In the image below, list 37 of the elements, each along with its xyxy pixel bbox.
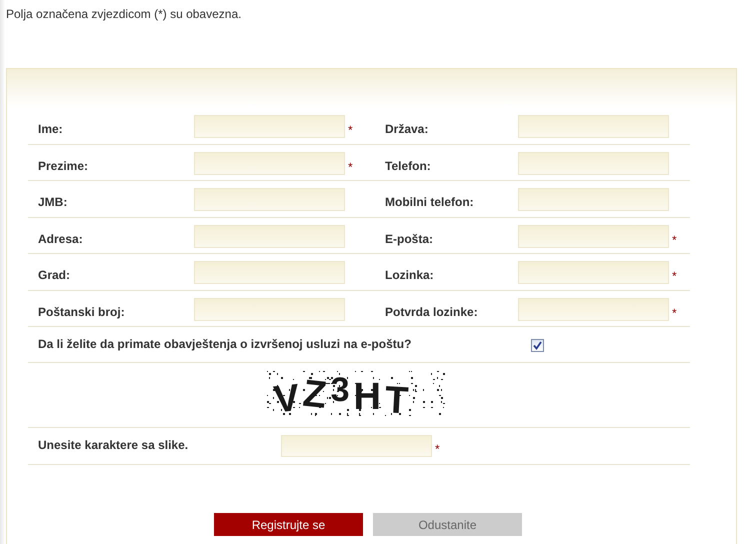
required-mark: * bbox=[672, 269, 677, 283]
text-input[interactable] bbox=[518, 224, 669, 248]
field-label: Prezime: bbox=[38, 158, 90, 174]
required-mark: * bbox=[672, 232, 677, 246]
field-label: Lozinka: bbox=[385, 267, 435, 284]
register-button[interactable]: Registrujte se bbox=[214, 513, 363, 536]
field-label: Potvrda lozinke: bbox=[385, 304, 479, 320]
text-input[interactable] bbox=[194, 115, 345, 138]
required-mark: * bbox=[434, 441, 440, 458]
field-label: Unesite karaktere sa slike. bbox=[38, 437, 190, 454]
required-fields-notice: Polja označena zvjezdicom (*) su obavezna. bbox=[6, 6, 242, 23]
field-label: Telefon: bbox=[385, 158, 432, 174]
field-label: Grad: bbox=[38, 267, 72, 284]
text-input[interactable] bbox=[194, 298, 345, 320]
field-label: Mobilni telefon: bbox=[385, 194, 475, 211]
text-input[interactable] bbox=[194, 188, 345, 211]
text-input[interactable] bbox=[194, 224, 345, 248]
field-label: E-pošta: bbox=[385, 230, 434, 248]
text-input[interactable] bbox=[518, 188, 669, 211]
required-mark: * bbox=[348, 123, 353, 137]
cancel-button[interactable]: Odustanite bbox=[373, 513, 522, 536]
required-mark: * bbox=[348, 160, 353, 174]
text-input[interactable] bbox=[518, 298, 669, 320]
text-input[interactable] bbox=[518, 261, 669, 284]
field-label: Ime: bbox=[38, 121, 64, 138]
text-input[interactable] bbox=[194, 261, 345, 284]
field-label: JMB: bbox=[38, 194, 68, 211]
text-input[interactable] bbox=[194, 152, 345, 174]
text-input[interactable] bbox=[518, 152, 669, 174]
newsletter-label: Da li želite da primate obavještenja o izvršenoj usluzi na e-poštu? bbox=[38, 336, 412, 353]
required-mark: * bbox=[672, 306, 677, 320]
field-label: Država: bbox=[385, 121, 430, 138]
text-input[interactable] bbox=[518, 115, 669, 138]
field-label: Adresa: bbox=[38, 230, 84, 248]
checkbox[interactable] bbox=[531, 339, 544, 352]
field-label: Poštanski broj: bbox=[38, 304, 126, 320]
text-input[interactable] bbox=[281, 435, 432, 457]
